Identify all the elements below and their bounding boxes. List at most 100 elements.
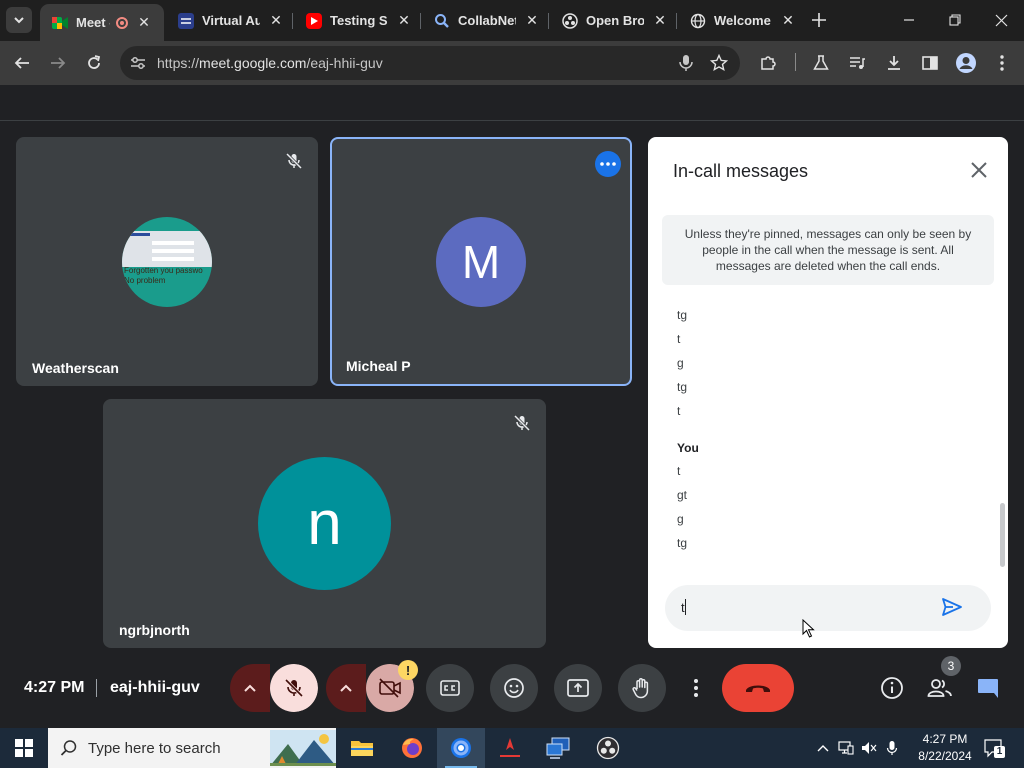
notification-center-button[interactable]: 1 xyxy=(983,738,1005,758)
media-controls-button[interactable] xyxy=(846,52,868,74)
google-meet-icon xyxy=(52,15,68,31)
videocam-off-icon xyxy=(379,678,401,698)
participant-name: Micheal P xyxy=(346,358,411,374)
panel-title: In-call messages xyxy=(673,161,809,181)
reactions-button[interactable] xyxy=(490,664,538,712)
people-icon xyxy=(927,679,952,697)
show-hidden-icons-button[interactable] xyxy=(815,740,831,756)
system-clock[interactable]: 4:27 PM 8/22/2024 xyxy=(910,731,980,765)
notification-count: 1 xyxy=(994,746,1005,758)
video-settings-button[interactable] xyxy=(326,664,366,712)
side-panel-button[interactable] xyxy=(919,52,941,74)
kebab-menu-icon xyxy=(1000,55,1004,71)
close-tab-icon[interactable]: ✕ xyxy=(136,14,152,31)
thumb-field xyxy=(152,241,194,245)
close-window-button[interactable] xyxy=(989,8,1013,32)
chrome-menu-button[interactable] xyxy=(991,52,1013,74)
tab-search-button[interactable] xyxy=(6,7,32,33)
remote-desktop-icon xyxy=(546,737,570,759)
taskbar-obs[interactable] xyxy=(584,728,632,768)
taskbar-chrome[interactable] xyxy=(437,728,485,768)
close-tab-icon[interactable]: ✕ xyxy=(524,12,540,29)
send-message-button[interactable] xyxy=(940,595,966,621)
red-app-icon xyxy=(500,738,520,757)
profile-button[interactable] xyxy=(955,52,977,74)
network-icon[interactable] xyxy=(838,740,854,756)
participant-tile-weatherscan[interactable]: Forgotten you passwo No problem Weathers… xyxy=(16,137,318,386)
taskbar-file-explorer[interactable] xyxy=(338,728,386,768)
chat-message: tg xyxy=(677,380,688,394)
mic-off-icon xyxy=(284,151,304,171)
meeting-time: 4:27 PM xyxy=(24,679,85,696)
taskbar-remote-desktop[interactable] xyxy=(534,728,582,768)
chat-message: g xyxy=(677,356,684,370)
volume-muted-icon[interactable] xyxy=(861,740,877,756)
tab-title: Open Brou xyxy=(586,13,644,28)
extensions-button[interactable] xyxy=(757,52,779,74)
new-tab-button[interactable] xyxy=(808,9,830,31)
chevron-up-icon xyxy=(340,684,352,692)
chat-message: g xyxy=(677,512,684,526)
url-path: /eaj-hhii-guv xyxy=(306,55,383,71)
youtube-icon xyxy=(306,12,322,29)
meet-top-divider xyxy=(0,120,1024,121)
tab-welcome[interactable]: Welcome ✕ xyxy=(678,4,802,37)
downloads-button[interactable] xyxy=(883,52,905,74)
toggle-microphone-button[interactable] xyxy=(270,664,318,712)
close-panel-button[interactable] xyxy=(968,159,990,181)
restore-window-button[interactable] xyxy=(943,8,967,32)
emoji-smile-icon xyxy=(504,678,524,698)
present-screen-button[interactable] xyxy=(554,664,602,712)
captions-button[interactable] xyxy=(426,664,474,712)
site-info-icon[interactable] xyxy=(128,53,148,73)
taskbar-search-box[interactable]: Type here to search xyxy=(48,728,336,768)
close-tab-icon[interactable]: ✕ xyxy=(780,12,796,29)
call-end-icon xyxy=(746,685,770,692)
meeting-details-button[interactable] xyxy=(878,674,906,702)
participant-tile-micheal[interactable]: M Micheal P xyxy=(330,137,632,386)
chevron-up-icon xyxy=(817,745,829,752)
start-button[interactable] xyxy=(0,728,48,768)
side-panel-icon xyxy=(922,56,938,70)
taskbar-app-red[interactable] xyxy=(486,728,534,768)
recording-icon xyxy=(116,16,128,29)
chat-bubble-icon xyxy=(978,679,998,698)
minimize-window-button[interactable] xyxy=(897,8,921,32)
leave-call-button[interactable] xyxy=(722,664,794,712)
reload-button[interactable] xyxy=(80,49,108,77)
bookmark-star-icon[interactable] xyxy=(708,52,730,74)
address-bar[interactable]: https://meet.google.com/eaj-hhii-guv xyxy=(120,46,740,80)
chat-button[interactable] xyxy=(974,674,1002,702)
people-button[interactable] xyxy=(926,674,954,702)
close-tab-icon[interactable]: ✕ xyxy=(652,12,668,29)
tab-virtual-audio[interactable]: Virtual Au ✕ xyxy=(166,4,290,37)
tab-divider xyxy=(676,13,677,29)
messages-group-you: You t gt g tg xyxy=(677,437,699,555)
windows-logo-icon xyxy=(15,739,33,757)
chat-message: t xyxy=(677,404,681,418)
tab-meet[interactable]: Meet - ✕ xyxy=(40,4,164,41)
tab-testing[interactable]: Testing Sc ✕ xyxy=(294,4,418,37)
chat-scrollbar[interactable] xyxy=(1000,503,1005,567)
thumb-field xyxy=(152,249,194,253)
participant-options-button[interactable] xyxy=(595,151,621,177)
back-button[interactable] xyxy=(8,49,36,77)
microphone-tray-icon[interactable] xyxy=(884,740,900,756)
audio-settings-button[interactable] xyxy=(230,664,270,712)
participant-tile-ngrbjnorth[interactable]: n ngrbjnorth xyxy=(103,399,546,648)
tab-open-broadcaster[interactable]: Open Brou ✕ xyxy=(550,4,674,37)
more-options-button[interactable] xyxy=(672,664,720,712)
chevron-up-icon xyxy=(244,684,256,692)
tab-collabnet[interactable]: CollabNet ✕ xyxy=(422,4,546,37)
tab-title: CollabNet xyxy=(458,13,516,28)
arrow-right-icon xyxy=(51,57,66,69)
close-tab-icon[interactable]: ✕ xyxy=(268,12,284,29)
taskbar-firefox[interactable] xyxy=(388,728,436,768)
chat-message: tg xyxy=(677,536,688,550)
voice-search-icon[interactable] xyxy=(676,53,696,73)
forward-button[interactable] xyxy=(44,49,72,77)
raise-hand-button[interactable] xyxy=(618,664,666,712)
close-tab-icon[interactable]: ✕ xyxy=(396,12,412,29)
avatar-thumbnail xyxy=(122,231,212,267)
labs-button[interactable] xyxy=(810,52,832,74)
